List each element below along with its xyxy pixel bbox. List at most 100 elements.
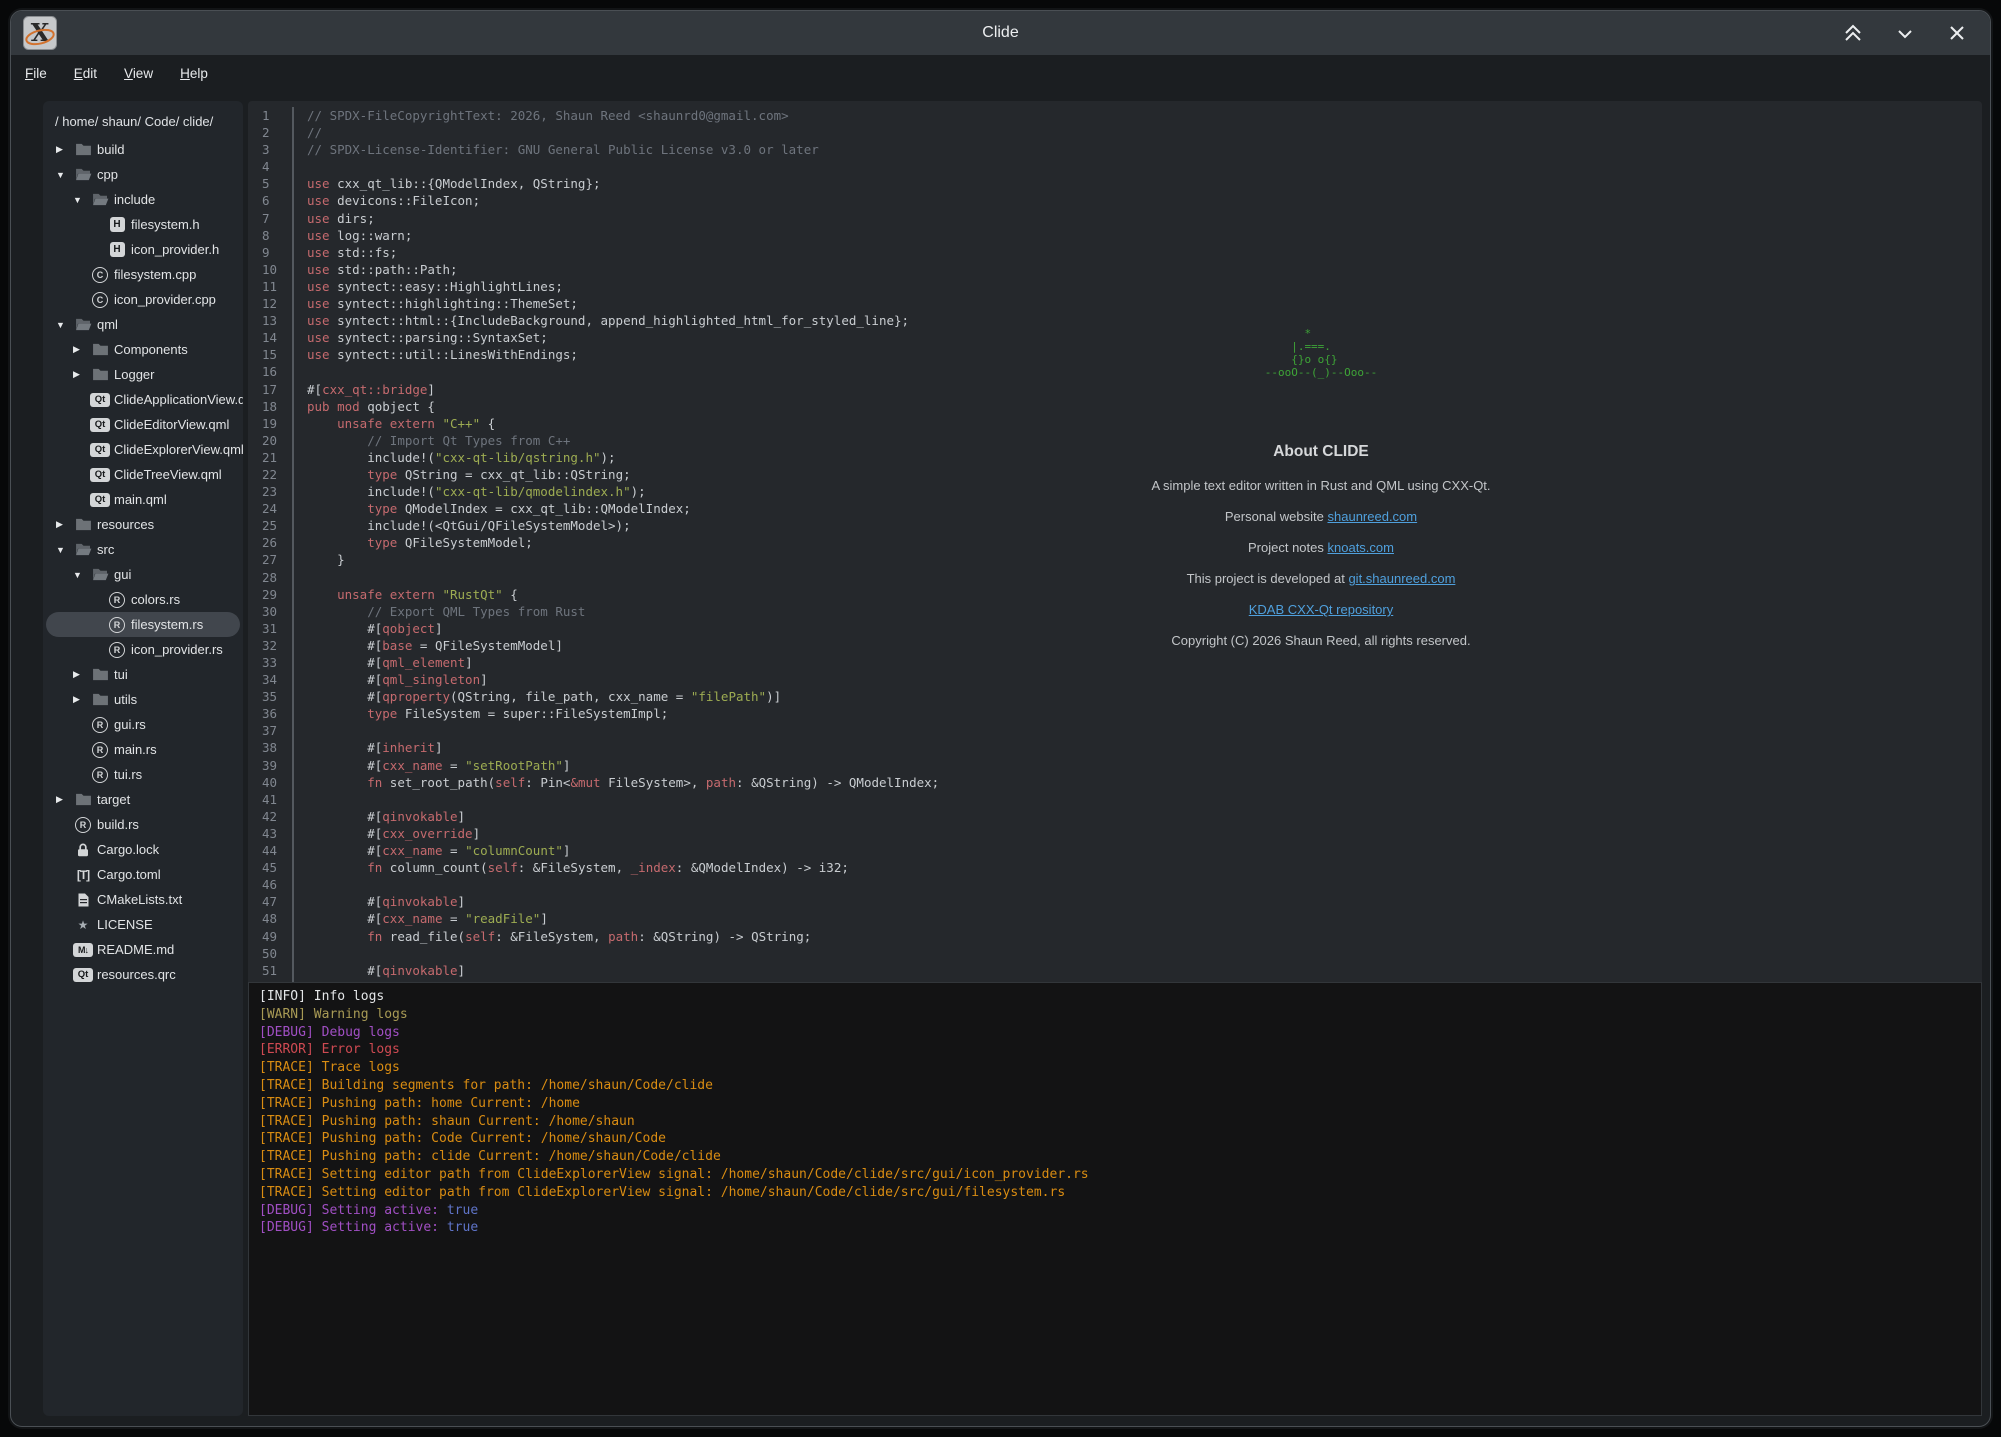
tree-item-filesystem.rs[interactable]: Rfilesystem.rs (46, 612, 240, 637)
log-line: [WARN] Warning logs (259, 1006, 1981, 1024)
code-text: #[qml_singleton] (292, 671, 488, 688)
chevron-down-icon[interactable]: ▼ (73, 195, 89, 205)
line-number: 17 (248, 381, 292, 398)
about-website-line: Personal website shaunreed.com (1081, 509, 1561, 524)
chevron-down-icon[interactable]: ▼ (56, 320, 72, 330)
rust-file-icon: R (92, 717, 108, 733)
kdab-repo-link[interactable]: KDAB CXX-Qt repository (1249, 602, 1394, 617)
chevron-right-icon[interactable]: ▶ (56, 519, 72, 530)
title-bar[interactable]: X Clide (11, 11, 1990, 55)
header-file-icon: H (110, 217, 125, 232)
code-line: 47 #[qinvokable] (248, 893, 1982, 910)
chevron-right-icon[interactable]: ▶ (73, 369, 89, 380)
code-line: 8use log::warn; (248, 227, 1982, 244)
chevron-right-icon[interactable]: ▶ (73, 694, 89, 705)
code-text: use std::path::Path; (292, 261, 458, 278)
tree-item-build[interactable]: ▶build (46, 137, 240, 162)
toml-file-icon: [T] (77, 868, 89, 882)
line-number: 8 (248, 227, 292, 244)
tree-item-ClideApplicationView.qml[interactable]: QtClideApplicationView.qml (46, 387, 240, 412)
tree-item-main.qml[interactable]: Qtmain.qml (46, 487, 240, 512)
tree-item-label: icon_provider.rs (131, 642, 223, 657)
chevron-right-icon[interactable]: ▶ (73, 344, 89, 355)
tree-item-README.md[interactable]: M↓README.md (46, 937, 240, 962)
code-line: 46 (248, 876, 1982, 893)
rust-file-icon: R (75, 817, 91, 833)
log-line: [TRACE] Pushing path: shaun Current: /ho… (259, 1113, 1981, 1131)
keep-above-button[interactable] (1842, 22, 1864, 44)
menu-edit[interactable]: Edit (74, 66, 97, 81)
tree-item-label: Cargo.lock (97, 842, 159, 857)
code-text: #[cxx_override] (292, 825, 480, 842)
tree-item-main.rs[interactable]: Rmain.rs (46, 737, 240, 762)
code-text (292, 569, 307, 586)
tree-item-label: tui.rs (114, 767, 142, 782)
log-console[interactable]: [INFO] Info logs[WARN] Warning logs[DEBU… (248, 982, 1982, 1416)
chevron-right-icon[interactable]: ▶ (56, 144, 72, 155)
tree-item-src[interactable]: ▼src (46, 537, 240, 562)
tree-item-Logger[interactable]: ▶ Logger (46, 362, 240, 387)
about-notes-line: Project notes knoats.com (1081, 540, 1561, 555)
code-line: 39 #[cxx_name = "setRootPath"] (248, 757, 1982, 774)
tree-item-filesystem.cpp[interactable]: Cfilesystem.cpp (46, 262, 240, 287)
project-notes-link[interactable]: knoats.com (1328, 540, 1394, 555)
folder-icon (92, 343, 109, 356)
tree-item-Cargo.toml[interactable]: [T]Cargo.toml (46, 862, 240, 887)
git-repo-link[interactable]: git.shaunreed.com (1348, 571, 1455, 586)
line-number: 38 (248, 739, 292, 756)
code-editor[interactable]: 1// SPDX-FileCopyrightText: 2026, Shaun … (248, 101, 1982, 982)
tree-item-tui.rs[interactable]: Rtui.rs (46, 762, 240, 787)
tree-item-include[interactable]: ▼include (46, 187, 240, 212)
tree-item-LICENSE[interactable]: ★LICENSE (46, 912, 240, 937)
menu-file[interactable]: File (25, 66, 47, 81)
tree-item-resources[interactable]: ▶resources (46, 512, 240, 537)
tree-item-resources.qrc[interactable]: Qtresources.qrc (46, 962, 240, 987)
close-icon (1946, 22, 1968, 44)
code-line: 43 #[cxx_override] (248, 825, 1982, 842)
tree-item-icon_provider.cpp[interactable]: Cicon_provider.cpp (46, 287, 240, 312)
tree-item-qml[interactable]: ▼qml (46, 312, 240, 337)
tree-item-icon_provider.h[interactable]: Hicon_provider.h (46, 237, 240, 262)
personal-website-link[interactable]: shaunreed.com (1328, 509, 1418, 524)
tree-item-icon_provider.rs[interactable]: Ricon_provider.rs (46, 637, 240, 662)
code-text: unsafe extern "RustQt" { (292, 586, 518, 603)
menu-help[interactable]: Help (180, 66, 208, 81)
line-number: 34 (248, 671, 292, 688)
file-tree-panel[interactable]: / home/ shaun/ Code/ clide/ ▶build▼cpp▼i… (43, 101, 243, 1416)
tree-item-filesystem.h[interactable]: Hfilesystem.h (46, 212, 240, 237)
line-number: 11 (248, 278, 292, 295)
window-title: Clide (11, 24, 1990, 42)
chevron-right-icon[interactable]: ▶ (56, 794, 72, 805)
tree-item-Cargo.lock[interactable]: Cargo.lock (46, 837, 240, 862)
tree-item-colors.rs[interactable]: Rcolors.rs (46, 587, 240, 612)
line-number: 37 (248, 722, 292, 739)
code-text: #[qproperty(QString, file_path, cxx_name… (292, 688, 781, 705)
minimize-button[interactable] (1894, 22, 1916, 44)
tree-item-Components[interactable]: ▶Components (46, 337, 240, 362)
tree-item-ClideExplorerView.qml[interactable]: QtClideExplorerView.qml (46, 437, 240, 462)
chevron-down-icon[interactable]: ▼ (73, 570, 89, 580)
line-number: 10 (248, 261, 292, 278)
code-text: use log::warn; (292, 227, 412, 244)
code-text (292, 722, 307, 739)
tree-item-target[interactable]: ▶target (46, 787, 240, 812)
tree-item-ClideTreeView.qml[interactable]: QtClideTreeView.qml (46, 462, 240, 487)
chevron-down-icon[interactable]: ▼ (56, 545, 72, 555)
tree-item-tui[interactable]: ▶tui (46, 662, 240, 687)
line-number: 13 (248, 312, 292, 329)
code-line: 42 #[qinvokable] (248, 808, 1982, 825)
chevron-down-icon[interactable]: ▼ (56, 170, 72, 180)
menu-view[interactable]: View (124, 66, 153, 81)
tree-item-cpp[interactable]: ▼cpp (46, 162, 240, 187)
line-number: 39 (248, 757, 292, 774)
tree-item-gui[interactable]: ▼gui (46, 562, 240, 587)
tree-item-gui.rs[interactable]: Rgui.rs (46, 712, 240, 737)
tree-item-build.rs[interactable]: Rbuild.rs (46, 812, 240, 837)
code-text: // SPDX-License-Identifier: GNU General … (292, 141, 819, 158)
tree-item-CMakeLists.txt[interactable]: CMakeLists.txt (46, 887, 240, 912)
chevron-right-icon[interactable]: ▶ (73, 669, 89, 680)
tree-item-ClideEditorView.qml[interactable]: QtClideEditorView.qml (46, 412, 240, 437)
close-button[interactable] (1946, 22, 1968, 44)
tree-item-utils[interactable]: ▶utils (46, 687, 240, 712)
tree-item-label: Logger (114, 367, 154, 382)
